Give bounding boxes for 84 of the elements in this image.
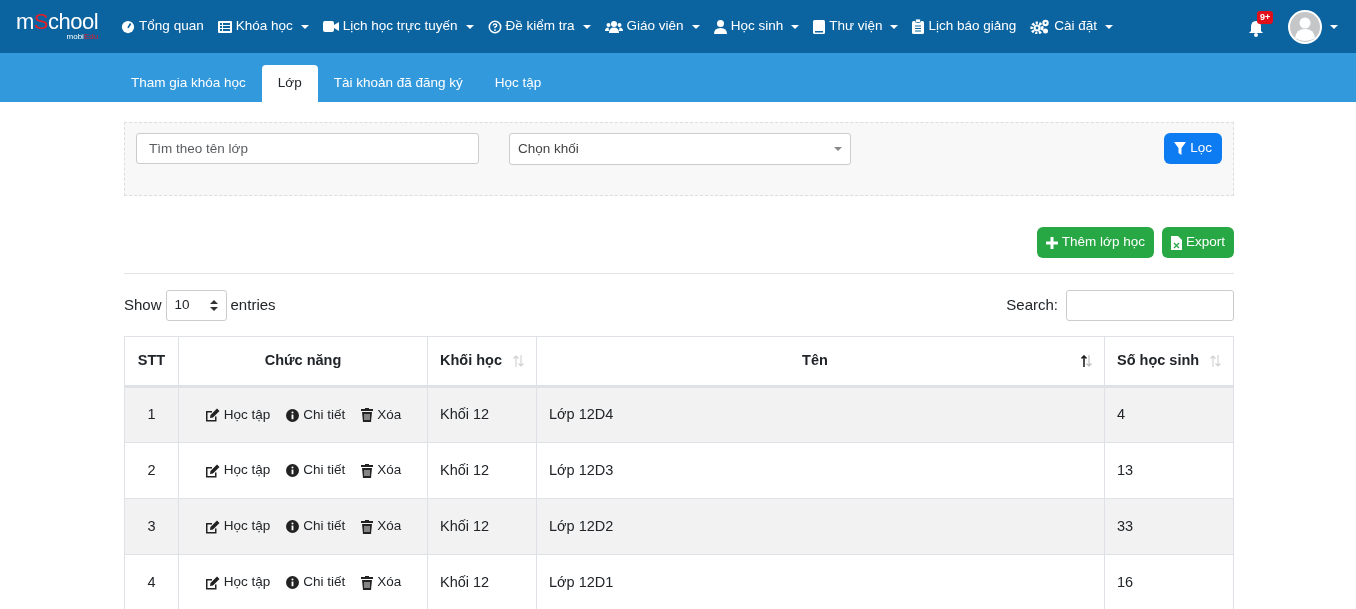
- row-action-link[interactable]: Học tập: [204, 460, 271, 481]
- bell-icon[interactable]: [1248, 19, 1264, 37]
- table-cell: Lớp 12D3: [536, 442, 1105, 499]
- edit-icon: [204, 519, 220, 534]
- nav-menu-item[interactable]: Cài đặt: [1023, 16, 1121, 37]
- notification-badge: 9+: [1257, 10, 1274, 24]
- book-icon: [813, 19, 826, 34]
- row-action-link[interactable]: Xóa: [361, 460, 402, 481]
- caret-icon: [582, 24, 591, 29]
- clipboard-icon: [912, 19, 925, 34]
- caret-icon: [691, 24, 700, 29]
- nav-menu-item[interactable]: Lịch báo giảng: [905, 16, 1024, 37]
- question-icon: [487, 19, 502, 34]
- trash-icon: [361, 519, 374, 534]
- user-menu[interactable]: [1288, 9, 1338, 44]
- row-action-link[interactable]: Chi tiết: [286, 572, 346, 593]
- gears-icon: [1030, 19, 1051, 34]
- search-label: Search:: [1006, 295, 1058, 316]
- nav-menu-item[interactable]: Khóa học: [210, 16, 316, 37]
- row-action-link[interactable]: Chi tiết: [286, 516, 346, 537]
- gauge-icon: [121, 19, 136, 34]
- users-icon: [604, 20, 623, 33]
- table-cell: 33: [1104, 498, 1234, 555]
- info-icon: [286, 576, 300, 589]
- table-cell: 2: [124, 442, 179, 499]
- plus-icon: [1045, 236, 1058, 249]
- table-search-field[interactable]: [1066, 290, 1234, 321]
- table-cell: Lớp 12D2: [536, 498, 1105, 555]
- nav-menu-item[interactable]: Học sinh: [706, 16, 807, 37]
- caret-icon: [834, 147, 842, 151]
- caret-icon: [791, 24, 800, 29]
- row-action-link[interactable]: Xóa: [361, 516, 402, 537]
- nav-menu-item[interactable]: Tổng quan: [114, 16, 211, 37]
- grade-select[interactable]: Chọn khối: [509, 133, 851, 165]
- row-action-link[interactable]: Xóa: [361, 572, 402, 593]
- video-camera-icon: [322, 21, 339, 32]
- avatar-icon: [1288, 9, 1322, 44]
- row-action-link[interactable]: Học tập: [204, 572, 271, 593]
- row-action-link[interactable]: Học tập: [204, 516, 271, 537]
- column-header: STT: [137, 351, 166, 371]
- table-cell: 1: [124, 386, 179, 443]
- info-icon: [286, 464, 300, 477]
- excel-file-icon: [1170, 235, 1182, 250]
- caret-icon: [300, 24, 309, 29]
- column-header: Chức năng: [263, 351, 343, 371]
- search-field[interactable]: Tìm theo tên lớp: [136, 133, 479, 164]
- table-cell: 3: [124, 498, 179, 555]
- filter-button[interactable]: Lọc: [1164, 133, 1222, 164]
- info-icon: [286, 408, 300, 422]
- caret-icon: [1105, 24, 1114, 29]
- page-length-select[interactable]: 10: [165, 290, 227, 321]
- edit-icon: [204, 463, 220, 478]
- edit-icon: [204, 575, 220, 590]
- tab[interactable]: Lớp: [261, 65, 318, 102]
- row-action-link[interactable]: Học tập: [204, 404, 271, 426]
- table-cell: Khối 12: [427, 498, 537, 555]
- show-label: Show: [124, 295, 162, 316]
- row-action-link[interactable]: Chi tiết: [286, 460, 346, 481]
- table-cell: 13: [1104, 442, 1234, 499]
- nav-menu-item[interactable]: Giáo viên: [597, 16, 707, 37]
- sort-arrows-icon: [209, 300, 218, 311]
- table-cell: 4: [124, 554, 179, 609]
- caret-icon: [465, 24, 474, 29]
- table-cell: 4: [1104, 386, 1234, 443]
- nav-menu-item[interactable]: Thư viện: [806, 16, 906, 37]
- caret-icon: [1330, 24, 1338, 29]
- info-icon: [286, 520, 300, 533]
- table-cell: Khối 12: [427, 442, 537, 499]
- trash-icon: [361, 408, 374, 422]
- logo[interactable]: mSchool mobiEdu: [16, 11, 99, 42]
- entries-label: entries: [230, 295, 276, 316]
- table-cell: Lớp 12D4: [536, 386, 1105, 443]
- table-cell: Khối 12: [427, 386, 537, 443]
- caret-icon: [890, 24, 899, 29]
- nav-menu-item[interactable]: Đề kiểm tra: [480, 16, 598, 37]
- row-action-link[interactable]: Xóa: [361, 404, 402, 426]
- row-action-link[interactable]: Chi tiết: [286, 404, 346, 426]
- filter-icon: [1174, 142, 1187, 155]
- nav-menu-item[interactable]: Lịch học trực tuyến: [315, 16, 481, 37]
- list-icon: [217, 20, 232, 33]
- trash-icon: [361, 463, 374, 478]
- trash-icon: [361, 575, 374, 590]
- edit-icon: [204, 408, 220, 422]
- user-icon: [713, 19, 727, 34]
